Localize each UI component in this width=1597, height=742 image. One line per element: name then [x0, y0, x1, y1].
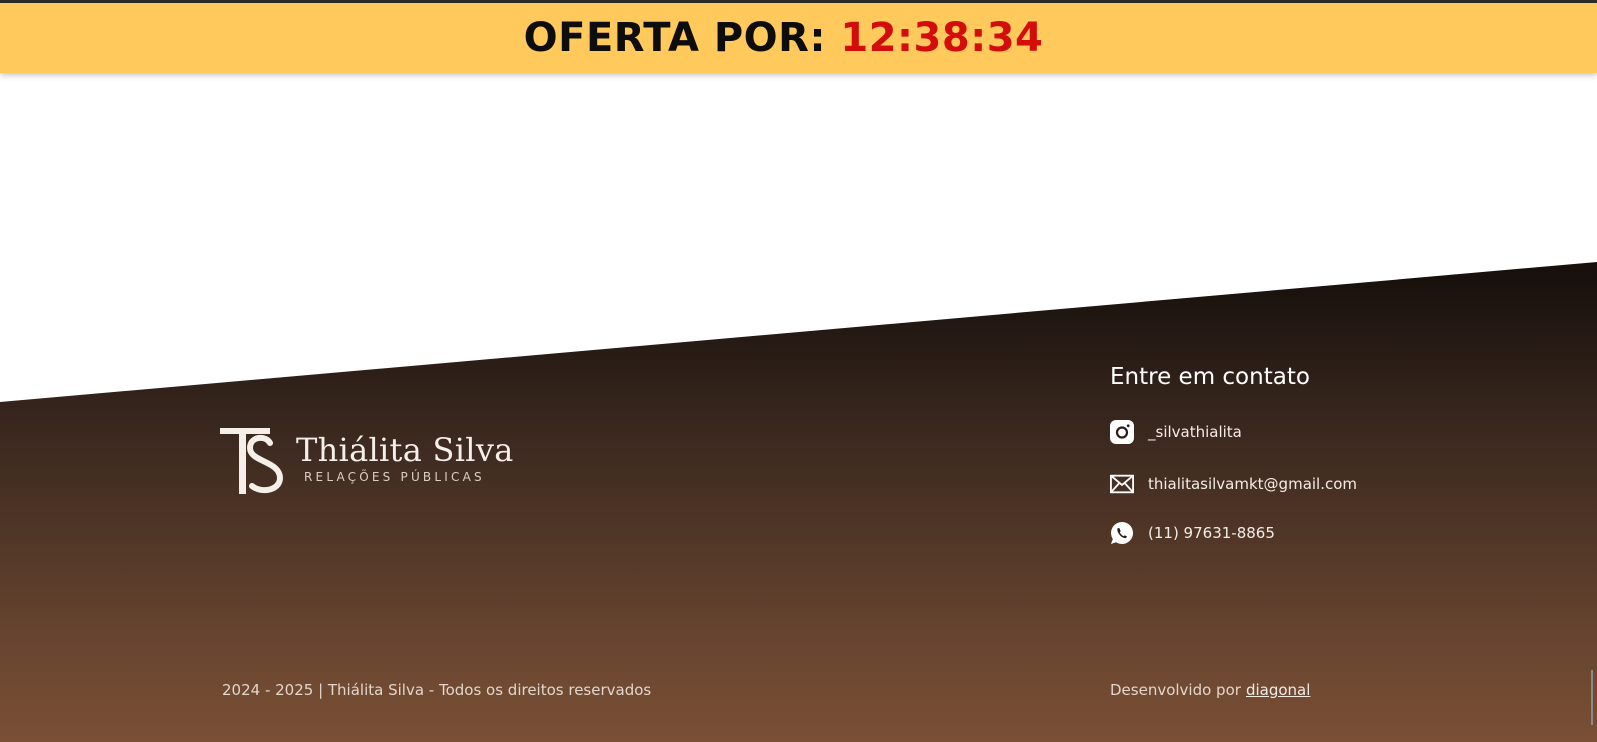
contact-email-link[interactable]: thialitasilvamkt@gmail.com	[1110, 472, 1357, 496]
brand-subtitle: RELAÇÕES PÚBLICAS	[304, 470, 485, 484]
ts-monogram-icon	[220, 428, 284, 494]
contact-heading: Entre em contato	[1110, 364, 1310, 390]
footer-background	[0, 262, 1597, 742]
contact-whatsapp-link[interactable]: (11) 97631-8865	[1110, 521, 1275, 545]
whatsapp-icon	[1111, 521, 1134, 544]
brand-logo[interactable]: Thiálita Silva RELAÇÕES PÚBLICAS	[220, 428, 514, 494]
copyright-text: 2024 - 2025 | Thiálita Silva - Todos os …	[222, 681, 652, 699]
brand-name: Thiálita Silva	[296, 431, 514, 469]
offer-countdown-timer: 12:38:34	[840, 15, 1044, 61]
phone-number: (11) 97631-8865	[1148, 524, 1275, 542]
developer-link[interactable]: diagonal	[1246, 681, 1310, 699]
developer-prefix: Desenvolvido por	[1110, 681, 1241, 699]
scrollbar-thumb[interactable]	[1591, 670, 1593, 725]
email-address: thialitasilvamkt@gmail.com	[1148, 475, 1358, 493]
offer-text: OFERTA POR: 12:38:34	[524, 15, 1044, 61]
email-icon	[1110, 474, 1134, 494]
offer-label: OFERTA POR:	[523, 15, 826, 61]
contact-instagram-link[interactable]: _silvathialita	[1110, 420, 1242, 444]
developer-credit: Desenvolvido por diagonal	[1110, 681, 1310, 699]
instagram-icon	[1110, 420, 1134, 444]
instagram-handle: _silvathialita	[1148, 423, 1242, 441]
offer-banner: OFERTA POR: 12:38:34	[0, 3, 1597, 73]
